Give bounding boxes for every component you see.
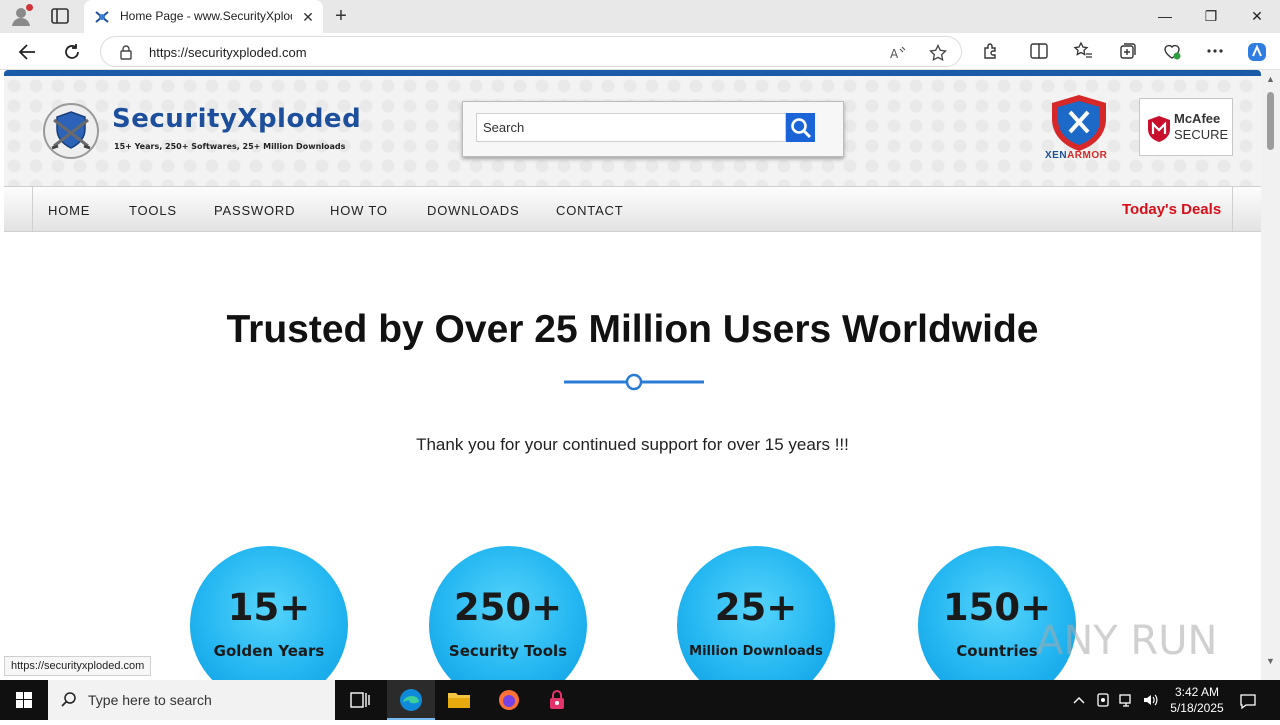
stat-circle-years: 15+ Golden Years	[190, 546, 348, 680]
mcafee-secure-badge[interactable]: McAfee SECURE	[1139, 98, 1233, 156]
tab-close-icon[interactable]: ✕	[300, 9, 316, 25]
tab-title: Home Page - www.SecurityXploded.com	[120, 9, 292, 23]
file-explorer-icon[interactable]	[435, 680, 483, 720]
split-screen-icon[interactable]	[1029, 41, 1049, 61]
favorite-star-icon[interactable]	[929, 43, 947, 62]
mcafee-shield-icon	[1146, 115, 1172, 143]
tray-device-icon[interactable]	[1095, 692, 1111, 708]
nav-item-how-to[interactable]: HOW TO	[330, 203, 388, 218]
mcafee-secure-text: SECURE	[1174, 127, 1229, 142]
extensions-icon[interactable]	[981, 41, 1001, 61]
start-button[interactable]	[0, 680, 48, 720]
nav-item-home[interactable]: HOME	[48, 203, 90, 218]
new-tab-button[interactable]: +	[330, 5, 352, 27]
xenarmor-prefix: XEN	[1045, 150, 1068, 161]
thanks-message: Thank you for your continued support for…	[416, 435, 849, 454]
mcafee-brand: McAfee	[1174, 111, 1221, 126]
logo-title[interactable]: SecurityXploded	[112, 104, 361, 134]
clock-date: 5/18/2025	[1170, 701, 1224, 715]
restore-button[interactable]: ❐	[1188, 0, 1234, 33]
watermark-text: ANY RUN	[1036, 618, 1217, 664]
address-url: https://securityxploded.com	[149, 45, 307, 60]
stat-number: 250+	[453, 586, 563, 629]
volume-icon[interactable]	[1142, 692, 1158, 708]
browser-tab-bar: Home Page - www.SecurityXploded.com ✕ + …	[0, 0, 1280, 33]
logo-shield-icon[interactable]	[42, 102, 100, 160]
refresh-icon[interactable]	[59, 39, 85, 65]
search-icon	[791, 118, 812, 139]
windows-taskbar: Type here to search 3:42 AM 5/18/2025	[0, 680, 1280, 720]
windows-logo-icon	[16, 692, 32, 708]
website: SecurityXploded 15+ Years, 250+ Software…	[4, 70, 1261, 680]
headline-divider-icon	[564, 372, 704, 392]
page-scrollbar[interactable]: ▲ ▼	[1261, 70, 1280, 680]
site-search-input[interactable]: Search	[476, 113, 786, 142]
nav-item-password[interactable]: PASSWORD	[214, 203, 295, 218]
tab-actions-icon[interactable]	[51, 8, 69, 24]
clock-time: 3:42 AM	[1174, 685, 1220, 699]
site-favicon-icon	[94, 9, 110, 25]
stat-circle-downloads: 25+ Million Downloads	[677, 546, 835, 680]
lock-icon[interactable]	[119, 44, 133, 60]
scrollbar-thumb[interactable]	[1267, 92, 1274, 150]
tray-overflow-icon[interactable]	[1071, 692, 1087, 708]
taskbar-clock[interactable]: 3:42 AM 5/18/2025	[1162, 684, 1232, 716]
edge-taskbar-icon[interactable]	[387, 680, 435, 720]
page-headline: Trusted by Over 25 Million Users Worldwi…	[226, 308, 1039, 351]
stat-label: Million Downloads	[689, 644, 823, 659]
more-options-icon[interactable]	[1205, 41, 1225, 61]
read-aloud-icon[interactable]: A	[889, 44, 907, 62]
profile-icon[interactable]	[10, 4, 33, 27]
browser-essentials-icon[interactable]	[1162, 41, 1182, 61]
network-icon[interactable]	[1118, 692, 1134, 708]
logo-tagline: 15+ Years, 250+ Softwares, 25+ Million D…	[114, 142, 346, 151]
address-bar[interactable]: https://securityxploded.com A	[100, 36, 962, 67]
svg-text:A: A	[890, 47, 899, 61]
nav-item-downloads[interactable]: DOWNLOADS	[427, 203, 519, 218]
favorites-icon[interactable]	[1073, 41, 1093, 61]
link-status-tooltip: https://securityxploded.com	[4, 656, 152, 676]
back-arrow-icon[interactable]	[15, 39, 41, 65]
taskbar-search[interactable]: Type here to search	[48, 680, 335, 720]
nav-item-tools[interactable]: TOOLS	[129, 203, 177, 218]
search-icon	[60, 691, 78, 709]
minimize-button[interactable]: —	[1142, 0, 1188, 33]
stat-circle-tools: 250+ Security Tools	[429, 546, 587, 680]
stat-number: 15+	[227, 586, 311, 629]
close-window-button[interactable]: ✕	[1234, 0, 1280, 33]
scroll-down-icon[interactable]: ▼	[1266, 656, 1275, 666]
site-header: SecurityXploded 15+ Years, 250+ Software…	[4, 76, 1261, 186]
notifications-icon[interactable]	[1239, 692, 1256, 710]
site-search-box: Search	[462, 101, 844, 157]
browser-tab-active[interactable]: Home Page - www.SecurityXploded.com ✕	[84, 0, 323, 33]
todays-deals-link[interactable]: Today's Deals	[1122, 201, 1221, 218]
vpn-lock-icon[interactable]	[533, 680, 581, 720]
nav-divider	[32, 187, 33, 231]
browser-toolbar: https://securityxploded.com A	[0, 33, 1280, 70]
search-button[interactable]	[786, 113, 815, 142]
scroll-up-icon[interactable]: ▲	[1266, 74, 1275, 84]
notification-dot	[26, 4, 33, 11]
main-nav: HOME TOOLS PASSWORD HOW TO DOWNLOADS CON…	[4, 186, 1261, 232]
taskbar-search-placeholder: Type here to search	[88, 692, 212, 708]
xenarmor-label: XENARMOR	[1045, 150, 1107, 161]
page-viewport: SecurityXploded 15+ Years, 250+ Software…	[0, 70, 1280, 680]
collections-icon[interactable]	[1118, 41, 1138, 61]
task-view-icon[interactable]	[336, 680, 384, 720]
stat-label: Security Tools	[448, 642, 568, 660]
stat-label: Golden Years	[213, 642, 325, 660]
nav-item-contact[interactable]: CONTACT	[556, 203, 623, 218]
stat-number: 25+	[714, 586, 798, 629]
anyrun-watermark: ANY RUN	[1036, 606, 1236, 670]
xenarmor-suffix: ARMOR	[1067, 150, 1108, 161]
nav-divider	[1232, 187, 1233, 231]
copilot-icon[interactable]	[1246, 41, 1266, 61]
firefox-icon[interactable]	[485, 680, 533, 720]
